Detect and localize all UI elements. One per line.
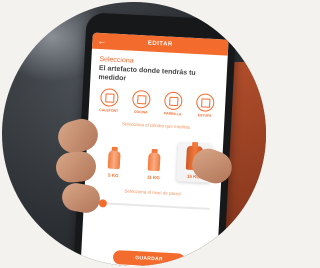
phone: ← EDITAR Selecciona El artefacto donde t… — [73, 12, 237, 266]
photo-scene: ← EDITAR Selecciona El artefacto donde t… — [2, 2, 266, 266]
